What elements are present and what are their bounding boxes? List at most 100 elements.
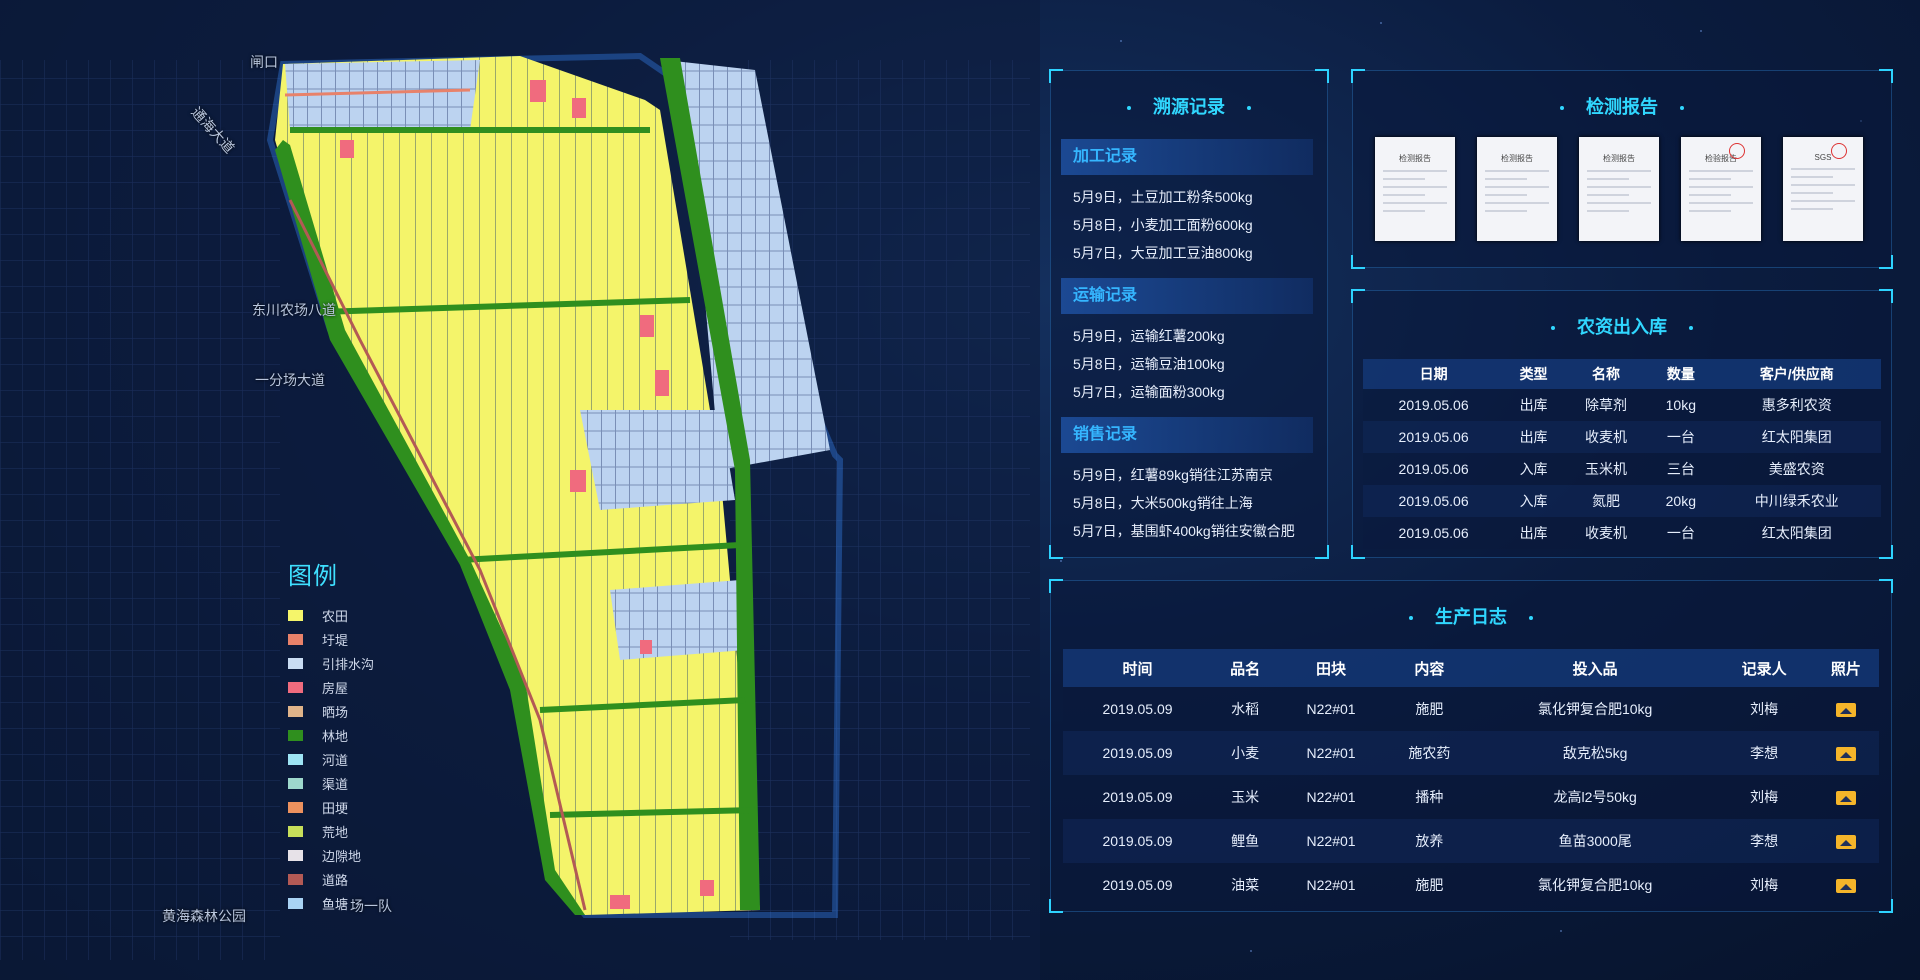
map-label: 东川农场八道 bbox=[252, 302, 336, 318]
log-cell: N22#01 bbox=[1306, 745, 1356, 761]
inventory-cell: 出库 bbox=[1519, 429, 1548, 445]
legend-label: 圩堤 bbox=[322, 632, 349, 648]
trace-title: 溯源记录 bbox=[1153, 97, 1225, 117]
table-row[interactable]: 2019.05.09 玉米 N22#01 播种 龙高l2号50kg 刘梅 bbox=[1063, 775, 1879, 819]
log-cell: 刘梅 bbox=[1750, 877, 1779, 893]
legend-swatch bbox=[288, 777, 303, 789]
report-text-line bbox=[1587, 186, 1651, 188]
legend-item: 林地 bbox=[288, 723, 374, 747]
image-icon[interactable] bbox=[1835, 835, 1856, 850]
inventory-cell: 红太阳集团 bbox=[1761, 525, 1832, 541]
log-cell: 玉米 bbox=[1231, 789, 1260, 805]
report-text-line bbox=[1791, 192, 1833, 194]
legend-swatch bbox=[288, 681, 303, 693]
log-cell: 油菜 bbox=[1231, 877, 1260, 893]
inventory-cell: 惠多利农资 bbox=[1761, 397, 1832, 413]
table-row[interactable]: 2019.05.06 出库 收麦机 一台 红太阳集团 bbox=[1363, 517, 1881, 549]
production-log-table: 时间 品名 田块 内容 投入品 记录人 照片 2019.05.09 水稻 N22#01 施肥 氯化钾… bbox=[1063, 649, 1879, 907]
legend-swatch bbox=[288, 897, 303, 909]
report-text-line bbox=[1689, 170, 1753, 172]
inventory-cell: 2019.05.06 bbox=[1398, 461, 1469, 477]
report-text-line bbox=[1587, 194, 1629, 196]
inventory-cell: 20kg bbox=[1665, 493, 1696, 509]
legend-label: 道路 bbox=[322, 872, 349, 888]
log-cell: 小麦 bbox=[1231, 745, 1260, 761]
report-thumbnail[interactable]: SGS bbox=[1783, 137, 1863, 241]
log-header: 投入品 bbox=[1572, 660, 1618, 678]
legend-swatch bbox=[288, 825, 303, 837]
table-row[interactable]: 2019.05.06 出库 收麦机 一台 红太阳集团 bbox=[1363, 421, 1881, 453]
log-cell: 龙高l2号50kg bbox=[1553, 789, 1637, 805]
inventory-cell: 出库 bbox=[1519, 397, 1548, 413]
report-thumbnail[interactable]: 检测报告 bbox=[1477, 137, 1557, 241]
inventory-cell: 一台 bbox=[1666, 429, 1695, 445]
log-header: 田块 bbox=[1316, 660, 1347, 678]
legend-label: 林地 bbox=[322, 728, 349, 744]
inventory-cell: 氮肥 bbox=[1592, 493, 1621, 509]
trace-section-title: 销售记录 bbox=[1061, 417, 1313, 453]
legend-label: 引排水沟 bbox=[322, 656, 375, 672]
inventory-title: 农资出入库 bbox=[1577, 317, 1667, 337]
report-text-line bbox=[1791, 200, 1855, 202]
table-row[interactable]: 2019.05.06 入库 玉米机 三台 美盛农资 bbox=[1363, 453, 1881, 485]
table-row[interactable]: 2019.05.09 小麦 N22#01 施农药 敌克松5kg 李想 bbox=[1063, 731, 1879, 775]
report-text-line bbox=[1689, 210, 1731, 212]
legend-label: 鱼塘 bbox=[322, 896, 349, 912]
log-cell: 2019.05.09 bbox=[1102, 833, 1173, 849]
report-thumbnail[interactable]: 检验报告 bbox=[1681, 137, 1761, 241]
image-icon[interactable] bbox=[1835, 879, 1856, 894]
legend-label: 荒地 bbox=[322, 824, 349, 840]
inventory-cell: 10kg bbox=[1665, 397, 1696, 413]
log-header: 内容 bbox=[1414, 660, 1445, 678]
table-row[interactable]: 2019.05.06 出库 除草剂 10kg 惠多利农资 bbox=[1363, 389, 1881, 421]
report-label: 检测报告 bbox=[1501, 154, 1533, 163]
photo-cell bbox=[1813, 775, 1879, 819]
inventory-cell: 出库 bbox=[1519, 525, 1548, 541]
inventory-header: 名称 bbox=[1592, 366, 1621, 382]
farm-map[interactable]: 闸口 通海大道 东川农场八道 一分场大道 黄海森林公园 场一队 bbox=[0, 0, 1040, 980]
log-cell: N22#01 bbox=[1306, 789, 1356, 805]
image-icon[interactable] bbox=[1835, 747, 1856, 762]
log-cell: 氯化钾复合肥10kg bbox=[1537, 877, 1653, 893]
map-label: 黄海森林公园 bbox=[162, 908, 246, 924]
log-cell: 播种 bbox=[1415, 789, 1444, 805]
inventory-cell: 2019.05.06 bbox=[1398, 429, 1469, 445]
report-text-line bbox=[1485, 186, 1549, 188]
log-cell: 2019.05.09 bbox=[1102, 745, 1173, 761]
report-thumbnail[interactable]: 检测报告 bbox=[1579, 137, 1659, 241]
inventory-cell: 中川绿禾农业 bbox=[1754, 493, 1839, 509]
report-thumbnail[interactable]: 检测报告 bbox=[1375, 137, 1455, 241]
log-cell: 施肥 bbox=[1415, 877, 1444, 893]
image-icon[interactable] bbox=[1835, 791, 1856, 806]
legend-swatch bbox=[288, 705, 303, 717]
inventory-header: 日期 bbox=[1419, 366, 1448, 382]
table-row[interactable]: 2019.05.09 油菜 N22#01 施肥 氯化钾复合肥10kg 刘梅 bbox=[1063, 863, 1879, 907]
report-text-line bbox=[1587, 210, 1629, 212]
log-cell: 刘梅 bbox=[1750, 789, 1779, 805]
report-text-line bbox=[1587, 202, 1651, 204]
report-text-line bbox=[1485, 202, 1549, 204]
report-text-line bbox=[1383, 170, 1447, 172]
legend-item: 荒地 bbox=[288, 819, 374, 843]
table-row[interactable]: 2019.05.09 鲤鱼 N22#01 放养 鱼苗3000尾 李想 bbox=[1063, 819, 1879, 863]
legend-item: 房屋 bbox=[288, 675, 374, 699]
report-text-line bbox=[1383, 210, 1425, 212]
legend-item: 鱼塘 bbox=[288, 891, 374, 915]
log-cell: 2019.05.09 bbox=[1102, 789, 1173, 805]
report-text-line bbox=[1383, 186, 1447, 188]
legend-label: 河道 bbox=[322, 752, 349, 768]
table-row[interactable]: 2019.05.06 入库 氮肥 20kg 中川绿禾农业 bbox=[1363, 485, 1881, 517]
reports-title: 检测报告 bbox=[1586, 97, 1658, 117]
report-text-line bbox=[1485, 178, 1527, 180]
table-row[interactable]: 2019.05.09 水稻 N22#01 施肥 氯化钾复合肥10kg 刘梅 bbox=[1063, 687, 1879, 731]
report-text-line bbox=[1689, 194, 1731, 196]
log-cell: 施肥 bbox=[1415, 701, 1444, 717]
report-text-line bbox=[1791, 168, 1855, 170]
legend-label: 晒场 bbox=[322, 704, 349, 720]
legend-item: 渠道 bbox=[288, 771, 374, 795]
report-label: 检测报告 bbox=[1603, 154, 1635, 163]
trace-record: 5月8日，运输豆油100kg bbox=[1073, 356, 1225, 372]
legend-swatch bbox=[288, 729, 303, 741]
inventory-cell: 美盛农资 bbox=[1768, 461, 1825, 477]
image-icon[interactable] bbox=[1835, 703, 1856, 718]
